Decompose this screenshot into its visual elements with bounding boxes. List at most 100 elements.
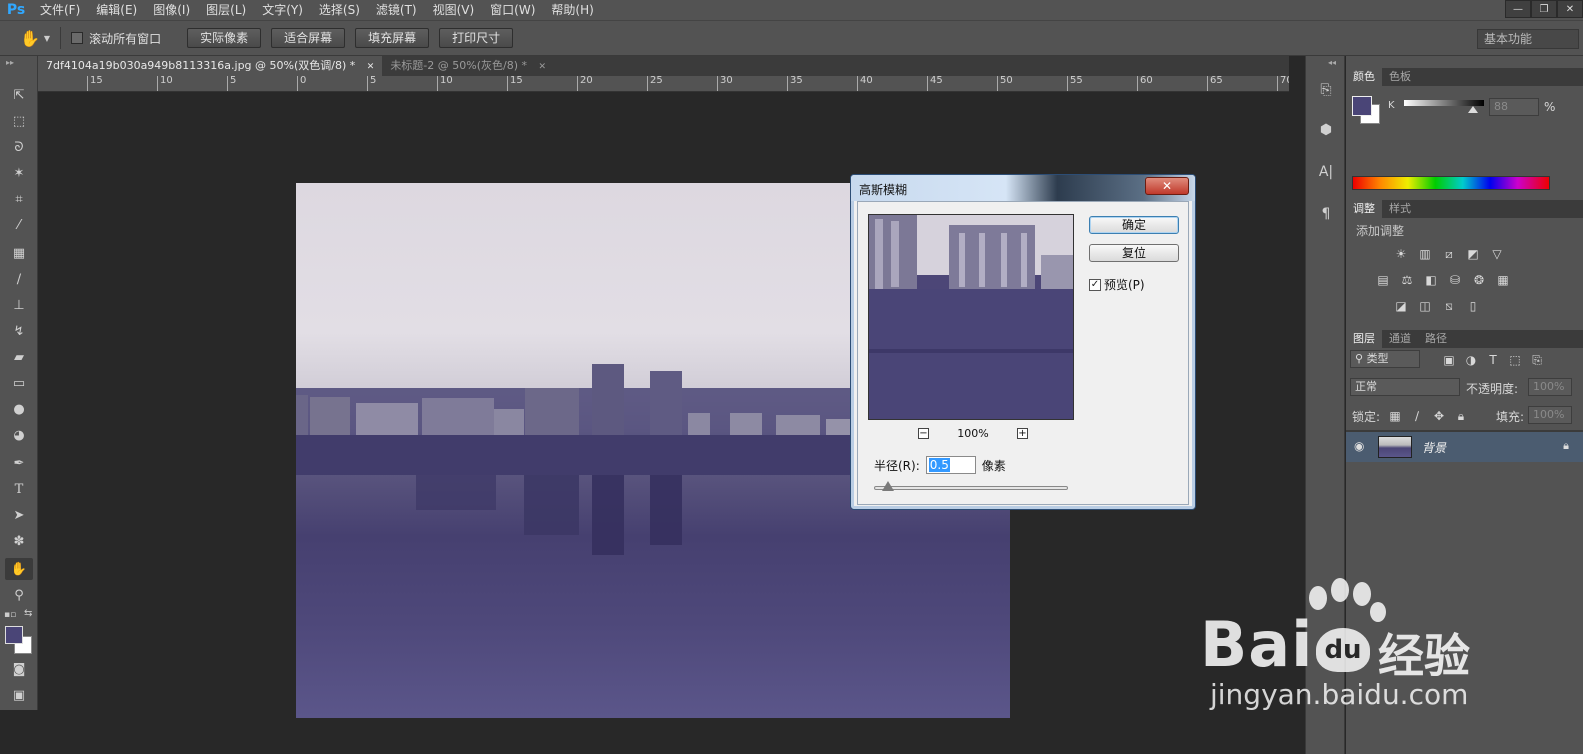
chevron-down-icon[interactable]: ▼ bbox=[44, 34, 50, 43]
type-tool-icon[interactable]: T bbox=[5, 478, 33, 500]
filter-type-icon[interactable]: T bbox=[1484, 352, 1502, 368]
levels-icon[interactable]: ▥ bbox=[1416, 246, 1434, 262]
menu-type[interactable]: 文字(Y) bbox=[254, 0, 311, 20]
fill-screen-button[interactable]: 填充屏幕 bbox=[355, 28, 430, 48]
lasso-tool-icon[interactable]: ᘐ bbox=[5, 136, 33, 158]
character-panel-icon[interactable]: A| bbox=[1314, 160, 1338, 184]
crop-tool-icon[interactable]: ⌗ bbox=[5, 188, 33, 210]
workspace-switcher[interactable]: 基本功能 bbox=[1477, 29, 1579, 49]
gradient-tool-icon[interactable]: ▭ bbox=[5, 372, 33, 394]
preview-checkbox[interactable]: ✓ bbox=[1089, 278, 1101, 291]
ok-button[interactable]: 确定 bbox=[1089, 216, 1179, 234]
fit-screen-button[interactable]: 适合屏幕 bbox=[271, 28, 346, 48]
hand-tool-preset-icon[interactable]: ✋ bbox=[20, 29, 40, 48]
radius-input[interactable]: 0.5 bbox=[925, 456, 976, 474]
menu-file[interactable]: 文件(F) bbox=[32, 0, 88, 20]
collapse-arrows-icon[interactable]: ▸▸ bbox=[6, 58, 14, 67]
layer-row-background[interactable]: ◉ 背景 🔒︎ bbox=[1346, 432, 1583, 462]
radius-slider-thumb[interactable] bbox=[881, 481, 894, 491]
blur-tool-icon[interactable]: ● bbox=[5, 398, 33, 420]
history-brush-tool-icon[interactable]: ↯ bbox=[5, 320, 33, 342]
color-spectrum-bar[interactable] bbox=[1352, 176, 1550, 190]
screen-mode-icon[interactable]: ▣ bbox=[5, 684, 33, 706]
print-size-button[interactable]: 打印尺寸 bbox=[439, 28, 514, 48]
radius-slider-track[interactable] bbox=[874, 486, 1068, 490]
blur-preview-window[interactable] bbox=[868, 214, 1074, 420]
dodge-tool-icon[interactable]: ◕ bbox=[5, 424, 33, 446]
quick-mask-icon[interactable]: ◙ bbox=[5, 658, 33, 680]
reset-button[interactable]: 复位 bbox=[1089, 244, 1179, 262]
restore-button[interactable]: ❐ bbox=[1531, 0, 1557, 18]
horizontal-ruler[interactable]: 15 10 5 0 5 10 15 20 25 30 35 40 45 50 5… bbox=[38, 76, 1289, 92]
threshold-icon[interactable]: ⧅ bbox=[1440, 298, 1458, 314]
preview-checkbox-row[interactable]: ✓ 预览(P) bbox=[1089, 276, 1145, 293]
healing-brush-tool-icon[interactable]: ▦ bbox=[5, 242, 33, 264]
exposure-icon[interactable]: ◩ bbox=[1464, 246, 1482, 262]
lock-transparent-icon[interactable]: ▦ bbox=[1386, 408, 1404, 424]
default-colors-icon[interactable]: ▪▫ bbox=[4, 610, 16, 620]
menu-view[interactable]: 视图(V) bbox=[425, 0, 483, 20]
layer-filter-select[interactable]: ⚲ 类型 bbox=[1350, 350, 1420, 368]
color-balance-icon[interactable]: ⚖ bbox=[1398, 272, 1416, 288]
hand-tool-icon[interactable]: ✋ bbox=[5, 558, 33, 580]
black-white-icon[interactable]: ◧ bbox=[1422, 272, 1440, 288]
tab-layers[interactable]: 图层 bbox=[1346, 330, 1382, 348]
hue-saturation-icon[interactable]: ▤ bbox=[1374, 272, 1392, 288]
close-icon[interactable]: ✕ bbox=[539, 62, 547, 72]
tab-document-1[interactable]: 7df4104a19b030a949b8113316a.jpg @ 50%(双色… bbox=[38, 56, 383, 76]
curves-icon[interactable]: ⧄ bbox=[1440, 246, 1458, 262]
filter-shape-icon[interactable]: ⬚ bbox=[1506, 352, 1524, 368]
k-slider-thumb[interactable] bbox=[1468, 106, 1478, 113]
menu-edit[interactable]: 编辑(E) bbox=[88, 0, 145, 20]
tab-document-2[interactable]: 未标题-2 @ 50%(灰色/8) * ✕ bbox=[382, 56, 554, 76]
dialog-title-bar[interactable]: 高斯模糊 ✕ bbox=[851, 175, 1195, 201]
actual-pixels-button[interactable]: 实际像素 bbox=[187, 28, 262, 48]
blend-mode-select[interactable]: 正常 bbox=[1350, 378, 1460, 396]
channel-mixer-icon[interactable]: ❂ bbox=[1470, 272, 1488, 288]
menu-filter[interactable]: 滤镜(T) bbox=[368, 0, 425, 20]
filter-adjustment-icon[interactable]: ◑ bbox=[1462, 352, 1480, 368]
filter-pixel-icon[interactable]: ▣ bbox=[1440, 352, 1458, 368]
k-value-input[interactable]: 88 bbox=[1489, 98, 1539, 116]
path-selection-tool-icon[interactable]: ➤ bbox=[5, 504, 33, 526]
brush-tool-icon[interactable]: ∕ bbox=[5, 268, 33, 290]
close-icon[interactable]: ✕ bbox=[367, 62, 375, 72]
menu-help[interactable]: 帮助(H) bbox=[543, 0, 601, 20]
gradient-map-icon[interactable]: ▯ bbox=[1464, 298, 1482, 314]
swap-colors-icon[interactable]: ⇆ bbox=[24, 608, 32, 619]
menu-image[interactable]: 图像(I) bbox=[145, 0, 198, 20]
lock-position-icon[interactable]: ✥ bbox=[1430, 408, 1448, 424]
color-fg-swatch[interactable] bbox=[1352, 96, 1372, 116]
photo-filter-icon[interactable]: ⛁ bbox=[1446, 272, 1464, 288]
pen-tool-icon[interactable]: ✒ bbox=[5, 452, 33, 474]
paragraph-panel-icon[interactable]: ¶ bbox=[1314, 202, 1338, 226]
invert-icon[interactable]: ◪ bbox=[1392, 298, 1410, 314]
dialog-close-button[interactable]: ✕ bbox=[1145, 177, 1189, 195]
posterize-icon[interactable]: ◫ bbox=[1416, 298, 1434, 314]
close-window-button[interactable]: ✕ bbox=[1557, 0, 1583, 18]
vibrance-icon[interactable]: ▽ bbox=[1488, 246, 1506, 262]
tab-paths[interactable]: 路径 bbox=[1418, 330, 1454, 348]
move-tool-icon[interactable]: ⇱ bbox=[5, 84, 33, 106]
lock-pixels-icon[interactable]: ∕ bbox=[1408, 408, 1426, 424]
stamp-tool-icon[interactable]: ⊥ bbox=[5, 294, 33, 316]
tab-swatches[interactable]: 色板 bbox=[1382, 68, 1418, 86]
menu-select[interactable]: 选择(S) bbox=[311, 0, 368, 20]
scroll-all-windows-checkbox[interactable] bbox=[71, 32, 84, 44]
zoom-in-button[interactable]: + bbox=[1016, 427, 1028, 439]
lock-all-icon[interactable]: 🔒︎ bbox=[1452, 408, 1470, 424]
magic-wand-tool-icon[interactable]: ✶ bbox=[5, 162, 33, 184]
foreground-color-swatch[interactable] bbox=[5, 626, 23, 644]
collapse-arrows-icon[interactable]: ◂◂ bbox=[1328, 58, 1336, 67]
tab-adjustments[interactable]: 调整 bbox=[1346, 200, 1382, 218]
layer-name[interactable]: 背景 bbox=[1422, 439, 1446, 456]
eye-icon[interactable]: ◉ bbox=[1354, 439, 1364, 453]
color-lookup-icon[interactable]: ▦ bbox=[1494, 272, 1512, 288]
opacity-input[interactable]: 100% bbox=[1528, 378, 1572, 396]
layer-thumbnail[interactable] bbox=[1378, 436, 1412, 458]
eraser-tool-icon[interactable]: ▰ bbox=[5, 346, 33, 368]
fill-input[interactable]: 100% bbox=[1528, 406, 1572, 424]
brightness-icon[interactable]: ☀ bbox=[1392, 246, 1410, 262]
marquee-tool-icon[interactable]: ⬚ bbox=[5, 110, 33, 132]
zoom-out-button[interactable]: − bbox=[918, 427, 929, 439]
